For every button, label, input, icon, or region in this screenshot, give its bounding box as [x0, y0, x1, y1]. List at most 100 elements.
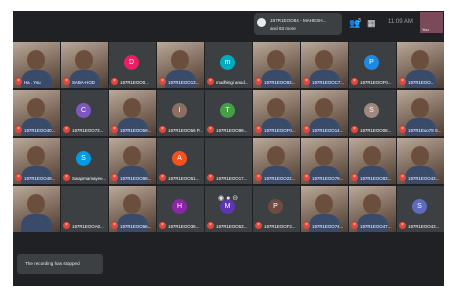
participant-name: 197R1EOO93...	[264, 80, 296, 85]
participant-tile[interactable]: × 197R1EOO59...	[109, 90, 156, 136]
participant-name: 197R1EOO73...	[72, 128, 104, 133]
avatar: H	[172, 199, 187, 214]
participant-face	[27, 98, 45, 118]
participant-tile[interactable]: D × 197R1EOO0...	[109, 42, 156, 88]
participant-face	[27, 194, 45, 214]
participant-tile[interactable]: S × Swaprnamayee...	[61, 138, 108, 184]
participant-body	[309, 70, 340, 88]
mic-off-icon: ×	[63, 174, 70, 181]
mic-off-icon: ×	[111, 222, 118, 229]
participant-tile[interactable]: × 197R1EOO93...	[253, 42, 300, 88]
meet-window: 197R1EOO84 - MAHESH... and 63 more 👥 3 ▦…	[13, 11, 444, 286]
participant-body	[357, 166, 388, 184]
participant-tile[interactable]: A × 197R1EOO61...	[157, 138, 204, 184]
top-bar: 197R1EOO84 - MAHESH... and 63 more 👥 3 ▦…	[13, 11, 444, 41]
participant-tile[interactable]: × 197R1EOO43...	[397, 138, 444, 184]
participant-name: 197R1EOO0...	[120, 80, 149, 85]
tile-hover-controls[interactable]: ◉ ● ⊝	[218, 194, 238, 202]
participant-tile[interactable]: × 197R1Eoo78 S...	[397, 90, 444, 136]
mic-off-icon: ×	[303, 126, 310, 133]
presenting-chip[interactable]: 197R1EOO84 - MAHESH... and 63 more	[254, 13, 342, 35]
participant-body	[261, 118, 292, 136]
participant-face	[123, 98, 141, 118]
participant-tile[interactable]: × 197R1EOOC7...	[301, 42, 348, 88]
participant-name: 197R1EOO66...	[120, 224, 152, 229]
participant-tile[interactable]: × 197R1EOO17...	[205, 138, 252, 184]
participant-tile[interactable]: × 197R1EOO47...	[349, 186, 396, 232]
chat-icon[interactable]: ▦	[367, 19, 376, 28]
participant-tile[interactable]: P × 197R1EOOF2...	[253, 186, 300, 232]
participant-face	[267, 146, 285, 166]
mic-off-icon: ×	[207, 174, 214, 181]
avatar: T	[220, 103, 235, 118]
participant-tile[interactable]: P × 197R1EOOF0...	[349, 42, 396, 88]
participant-tile[interactable]: H × 197R1EOO36...	[157, 186, 204, 232]
participant-tile[interactable]: I × 197R1EOO56 P...	[157, 90, 204, 136]
participant-tile[interactable]: × 197R1EOO74...	[301, 186, 348, 232]
participant-tile[interactable]: C × 197R1EOO73...	[61, 90, 108, 136]
participant-body	[405, 166, 436, 184]
mic-off-icon: ×	[15, 78, 22, 85]
participant-name: 197R1EOO56 P...	[168, 128, 203, 133]
avatar: S	[412, 199, 427, 214]
mute-icon[interactable]: ●	[226, 195, 230, 202]
participant-name: 197R1EOOA0...	[72, 224, 104, 229]
avatar: P	[364, 55, 379, 70]
participant-face	[411, 50, 429, 70]
participant-tile[interactable]: S × 197R1EOO08...	[349, 90, 396, 136]
mic-off-icon: ×	[351, 126, 358, 133]
participant-face	[123, 194, 141, 214]
participant-tile[interactable]: × 197R1EOO66...	[109, 186, 156, 232]
mic-off-icon: ×	[255, 222, 262, 229]
mic-off-icon: ×	[351, 222, 358, 229]
participant-tile[interactable]: m × mudhingi anud...	[205, 42, 252, 88]
mic-off-icon: ×	[255, 174, 262, 181]
participant-tile[interactable]: × 197R1EOO13...	[157, 42, 204, 88]
participant-tile[interactable]: × 197R1EOO88...	[109, 138, 156, 184]
remove-icon[interactable]: ⊝	[232, 195, 238, 202]
mic-off-icon: ×	[159, 222, 166, 229]
mic-off-icon: ×	[207, 126, 214, 133]
participant-name: 197R1EOO43...	[408, 176, 440, 181]
participant-tile[interactable]: × 197R1EOO22...	[253, 138, 300, 184]
participant-face	[267, 50, 285, 70]
participant-tile[interactable]: × 197R1EOO83...	[349, 138, 396, 184]
self-view[interactable]: You	[420, 12, 443, 33]
participant-tile[interactable]: × 197R1EOO...	[397, 42, 444, 88]
participant-name: 197R1EOO49...	[24, 176, 56, 181]
mic-off-icon: ×	[207, 78, 214, 85]
participant-body	[405, 70, 436, 88]
avatar: A	[172, 151, 187, 166]
participant-tile[interactable]: × Ha . You	[13, 42, 60, 88]
participant-name: 197R1EOOF0...	[360, 80, 392, 85]
participant-name: 197R1EOO59...	[120, 128, 152, 133]
participant-tile[interactable]: × 197R1EOOF0...	[253, 90, 300, 136]
participant-tile[interactable]: S × 197R1EOO43...	[397, 186, 444, 232]
participant-name: 197R1EOO61...	[168, 176, 200, 181]
mic-off-icon: ×	[351, 174, 358, 181]
avatar: I	[172, 103, 187, 118]
participant-tile[interactable]: × 197R1EOO40...	[13, 90, 60, 136]
participant-tile[interactable]: × 197R1EOOA0...	[61, 186, 108, 232]
mic-off-icon: ×	[111, 78, 118, 85]
participant-tile[interactable]: × SABA-HOD	[61, 42, 108, 88]
participant-name: mudhingi anud...	[216, 80, 249, 85]
pin-icon[interactable]: ◉	[218, 195, 224, 202]
mic-off-icon: ×	[399, 126, 406, 133]
participant-tile[interactable]: × 197R1EOO14...	[301, 90, 348, 136]
participant-name: 197R1EOO43...	[408, 224, 440, 229]
participant-tile[interactable]: × 197R1EOO79...	[301, 138, 348, 184]
mic-off-icon: ×	[255, 78, 262, 85]
participant-face	[267, 98, 285, 118]
participant-face	[27, 50, 45, 70]
participant-tile[interactable]: T × 197R1EOO89...	[205, 90, 252, 136]
participant-name: 197R1EOO53...	[216, 224, 248, 229]
participant-tile[interactable]	[13, 186, 60, 232]
participant-tile[interactable]: M × 197R1EOO53...	[205, 186, 252, 232]
participant-body	[21, 166, 52, 184]
mic-off-icon: ×	[111, 126, 118, 133]
participant-name: 197R1EOO83...	[360, 176, 392, 181]
avatar: S	[364, 103, 379, 118]
participant-name: 197R1EOO17...	[216, 176, 248, 181]
participant-tile[interactable]: × 197R1EOO49...	[13, 138, 60, 184]
